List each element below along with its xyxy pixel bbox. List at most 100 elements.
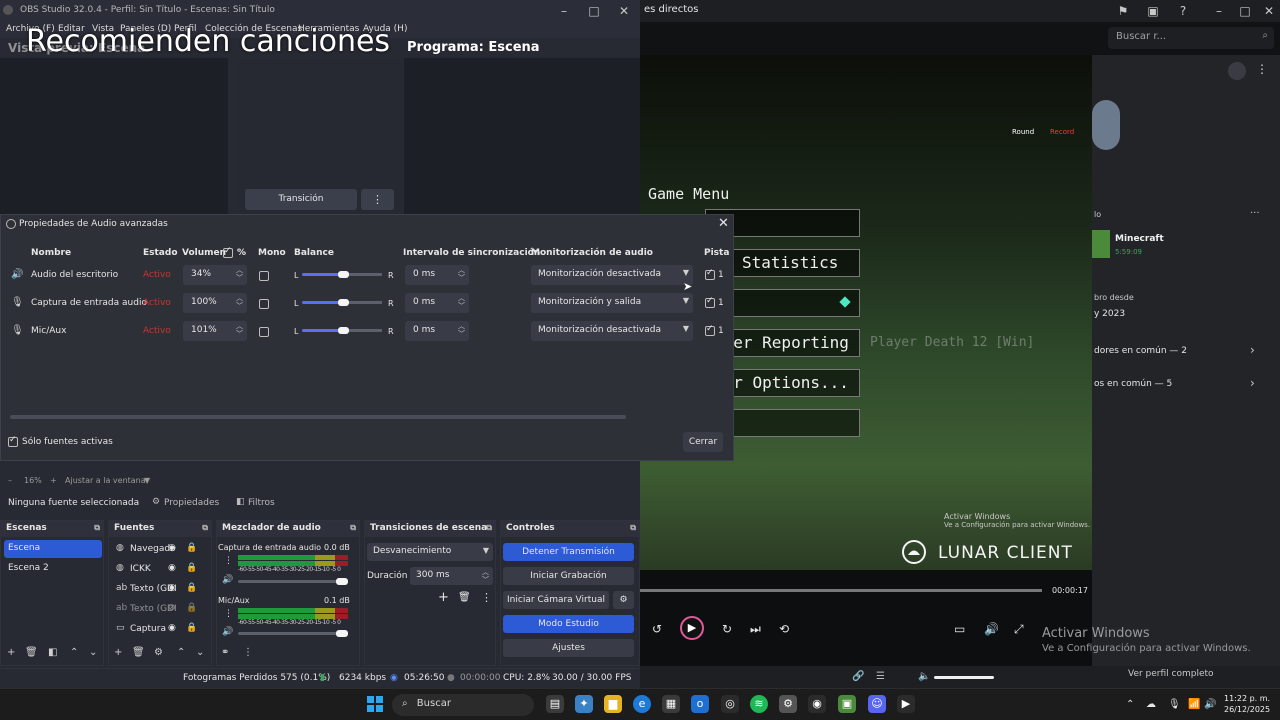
add-source-icon[interactable]: + bbox=[114, 647, 122, 658]
spin-arrows-icon[interactable]: ︿ ﹀ bbox=[236, 294, 243, 310]
monitoring-select[interactable]: Monitorización desactivada ▼ bbox=[531, 321, 693, 341]
search-input[interactable]: Buscar r... ⌕ bbox=[1108, 27, 1274, 49]
obs-taskbar-icon[interactable]: ◉ bbox=[808, 695, 826, 713]
volume-fader[interactable] bbox=[238, 632, 348, 635]
spin-arrows-icon[interactable]: ︿ ﹀ bbox=[458, 266, 465, 282]
link-icon[interactable]: 🔗 bbox=[852, 671, 864, 682]
microphone-tray-icon[interactable]: 🎙 bbox=[1168, 699, 1181, 710]
more-options-icon[interactable]: ⋮ bbox=[1256, 62, 1268, 76]
monitoring-select[interactable]: Monitorización y salida ▼ bbox=[531, 293, 693, 313]
volume-fader[interactable] bbox=[238, 580, 348, 583]
discord-icon[interactable]: ☺ bbox=[868, 695, 886, 713]
taskbar-search[interactable]: ⌕ Buscar bbox=[392, 694, 534, 716]
spin-arrows-icon[interactable]: ︿ ﹀ bbox=[236, 322, 243, 338]
sync-offset-spinbox[interactable]: 0 ms ︿ ﹀ bbox=[405, 265, 469, 285]
chrome-icon[interactable]: ◎ bbox=[721, 695, 739, 713]
properties-button[interactable]: Propiedades bbox=[164, 498, 219, 508]
volume-icon[interactable]: 🔊 bbox=[222, 627, 233, 637]
balance-slider-handle[interactable] bbox=[338, 327, 349, 334]
fullscreen-icon[interactable]: ⤢ bbox=[1014, 622, 1024, 637]
source-item[interactable]: ▭ Captura ◉ 🔒 bbox=[112, 621, 208, 639]
transition-options-icon[interactable]: ⋮ bbox=[481, 591, 492, 604]
preview-canvas[interactable] bbox=[0, 58, 228, 214]
move-down-icon[interactable]: ⌄ bbox=[196, 647, 204, 658]
menu-icon[interactable]: ☰ bbox=[876, 671, 885, 682]
loop-icon[interactable]: ⟲ bbox=[779, 622, 789, 636]
view-full-profile-link[interactable]: Ver perfil completo bbox=[1128, 669, 1214, 679]
copilot-icon[interactable]: ✦ bbox=[575, 695, 593, 713]
visibility-eye-icon[interactable]: ◉ bbox=[168, 563, 176, 573]
obs-close-icon[interactable]: ✕ bbox=[617, 4, 631, 18]
chevron-up-icon[interactable]: ⌃ bbox=[1126, 699, 1134, 710]
only-active-sources-checkbox[interactable] bbox=[8, 435, 18, 447]
track-checkbox[interactable] bbox=[705, 324, 715, 336]
spin-arrows-icon[interactable]: ︿ ﹀ bbox=[458, 294, 465, 310]
volume-icon[interactable]: 🔊 bbox=[222, 575, 233, 585]
avatar[interactable] bbox=[1092, 100, 1120, 150]
stop-streaming-button[interactable]: Detener Transmisión bbox=[503, 543, 634, 561]
mutual-servers-row[interactable]: dores en común — 2 › bbox=[1092, 340, 1280, 364]
start-virtual-camera-button[interactable]: Iniciar Cámara Virtual bbox=[503, 591, 609, 609]
store-icon[interactable]: ▦ bbox=[662, 695, 680, 713]
spotify-icon[interactable]: ≋ bbox=[750, 695, 768, 713]
visibility-eye-icon[interactable]: ◉ bbox=[168, 583, 176, 593]
lock-icon[interactable]: 🔒 bbox=[186, 623, 197, 633]
transition-button[interactable]: Transición bbox=[245, 189, 357, 210]
visibility-eye-icon[interactable]: ◉ bbox=[168, 543, 176, 553]
minecraft-taskbar-icon[interactable]: ▣ bbox=[838, 695, 856, 713]
minimize-icon[interactable]: – bbox=[1212, 4, 1226, 18]
task-view-icon[interactable]: ▤ bbox=[546, 695, 564, 713]
chevron-down-icon[interactable]: ▼ bbox=[144, 476, 150, 485]
dock-float-icon[interactable]: ⧉ bbox=[486, 523, 492, 533]
scene-filters-icon[interactable]: ◧ bbox=[48, 647, 57, 658]
speaker-tray-icon[interactable]: 🔊 bbox=[1204, 699, 1216, 710]
remove-transition-icon[interactable]: 🗑 bbox=[458, 592, 471, 603]
clock[interactable]: 11:22 p. m. 26/12/2025 bbox=[1224, 693, 1270, 715]
obs-maximize-icon[interactable]: □ bbox=[587, 4, 601, 18]
next-icon[interactable]: ⏭ bbox=[750, 622, 761, 637]
lock-icon[interactable]: 🔒 bbox=[186, 603, 197, 613]
settings-button[interactable]: Ajustes bbox=[503, 639, 634, 657]
sync-offset-spinbox[interactable]: 0 ms ︿ ﹀ bbox=[405, 293, 469, 313]
add-scene-icon[interactable]: + bbox=[7, 647, 15, 658]
dock-float-icon[interactable]: ⧉ bbox=[202, 523, 208, 533]
zoom-in-icon[interactable]: + bbox=[50, 476, 57, 485]
hidden-eye-icon[interactable]: ⊘ bbox=[168, 603, 176, 613]
volume-spinbox[interactable]: 101% ︿ ﹀ bbox=[183, 321, 247, 341]
dialog-horizontal-scrollbar[interactable] bbox=[10, 415, 626, 419]
balance-slider-handle[interactable] bbox=[338, 271, 349, 278]
mono-checkbox[interactable] bbox=[259, 271, 269, 281]
mutual-friends-row[interactable]: os en común — 5 › bbox=[1092, 373, 1280, 397]
windows-start-icon[interactable] bbox=[367, 696, 383, 712]
wifi-icon[interactable]: 📶 bbox=[1188, 699, 1200, 710]
spin-arrows-icon[interactable]: ︿ ﹀ bbox=[482, 568, 489, 584]
forward-icon[interactable]: ↻ bbox=[722, 622, 732, 636]
lock-icon[interactable]: 🔒 bbox=[186, 563, 197, 573]
channel-menu-icon[interactable]: ⋮ bbox=[224, 556, 233, 566]
mixer-link-icon[interactable]: ⚭ bbox=[221, 647, 229, 658]
sync-offset-spinbox[interactable]: 0 ms ︿ ﹀ bbox=[405, 321, 469, 341]
flag-icon[interactable]: ⚑ bbox=[1116, 4, 1130, 18]
settings-icon[interactable]: ⚙ bbox=[779, 695, 797, 713]
duration-spinbox[interactable]: 300 ms ︿ ﹀ bbox=[410, 567, 493, 585]
source-item[interactable]: abTexto (GDI+)◉🔒 bbox=[112, 581, 208, 599]
dialog-close-icon[interactable]: ✕ bbox=[718, 216, 729, 231]
maximize-icon[interactable]: □ bbox=[1238, 4, 1252, 18]
lock-icon[interactable]: 🔒 bbox=[186, 543, 197, 553]
source-item[interactable]: ◍ Navegador ◉ 🔒 bbox=[112, 541, 208, 559]
volume-slider[interactable] bbox=[934, 676, 994, 679]
volume-spinbox[interactable]: 100% ︿ ﹀ bbox=[183, 293, 247, 313]
volume-icon[interactable]: 🔊 bbox=[984, 622, 999, 636]
remove-source-icon[interactable]: 🗑 bbox=[132, 647, 145, 658]
start-recording-button[interactable]: Iniciar Grabación bbox=[503, 567, 634, 585]
channel-menu-icon[interactable]: ⋮ bbox=[224, 609, 233, 619]
add-friend-icon[interactable] bbox=[1228, 62, 1246, 80]
outlook-icon[interactable]: o bbox=[691, 695, 709, 713]
program-canvas[interactable] bbox=[404, 58, 640, 214]
studio-mode-button[interactable]: Modo Estudio bbox=[503, 615, 634, 633]
inbox-icon[interactable]: ▣ bbox=[1146, 4, 1160, 18]
lock-icon[interactable]: 🔒 bbox=[186, 583, 197, 593]
move-up-icon[interactable]: ⌃ bbox=[177, 647, 185, 658]
mixer-menu-icon[interactable]: ⋮ bbox=[243, 647, 253, 658]
percent-toggle-checkbox[interactable] bbox=[223, 246, 233, 258]
